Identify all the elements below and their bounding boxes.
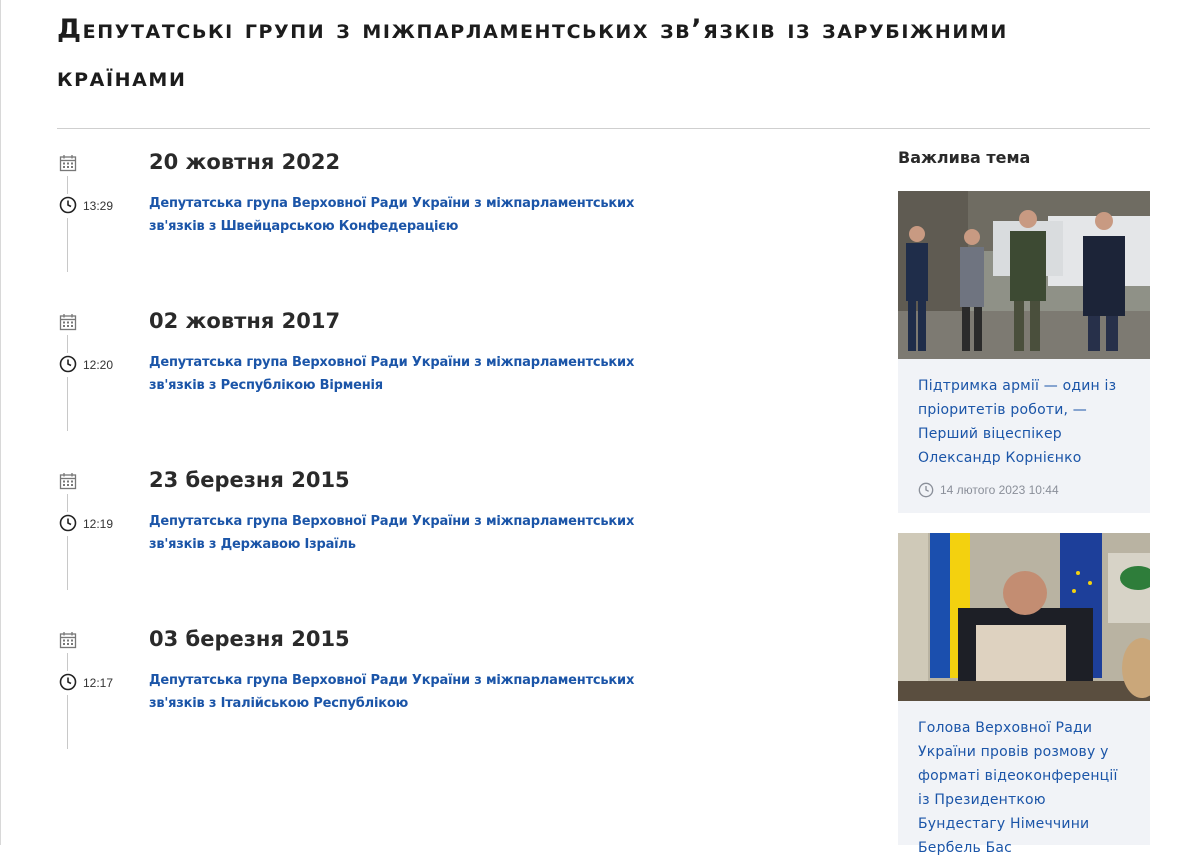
entry-link[interactable]: Депутатська група Верховної Ради України… xyxy=(149,510,689,556)
news-photo[interactable] xyxy=(898,191,1150,359)
entry-time: 12:19 xyxy=(83,517,114,531)
timeline-line xyxy=(67,176,68,194)
entry-link[interactable]: Депутатська група Верховної Ради України… xyxy=(149,669,689,715)
entry-time: 13:29 xyxy=(83,199,114,213)
title-divider xyxy=(57,128,1150,129)
page-title: Депутатські групи з міжпарламентських зв… xyxy=(57,14,1008,93)
clock-icon xyxy=(59,355,77,373)
timeline-entry: 12:19 23 березня 2015 Депутатська група … xyxy=(57,468,837,610)
entry-time: 12:17 xyxy=(83,676,114,690)
entry-date: 02 жовтня 2017 xyxy=(149,309,341,333)
calendar-icon xyxy=(59,632,77,649)
timeline-line xyxy=(67,335,68,353)
entry-link[interactable]: Депутатська група Верховної Ради України… xyxy=(149,192,689,238)
featured-card-title[interactable]: Підтримка армії — один із пріоритетів ро… xyxy=(898,364,1150,470)
clock-icon xyxy=(59,196,77,214)
timeline-line xyxy=(67,653,68,671)
entry-link[interactable]: Депутатська група Верховної Ради України… xyxy=(149,351,689,397)
timeline-line xyxy=(67,218,68,272)
featured-card[interactable]: Голова Верховної Ради України провів роз… xyxy=(898,533,1162,856)
entry-date: 03 березня 2015 xyxy=(149,627,350,651)
timeline-line xyxy=(67,377,68,431)
timeline-entry: 12:17 03 березня 2015 Депутатська група … xyxy=(57,627,837,769)
featured-card[interactable]: Підтримка армії — один із пріоритетів ро… xyxy=(898,191,1150,513)
sidebar-heading: Важлива тема xyxy=(898,148,1031,167)
calendar-icon xyxy=(59,155,77,172)
left-border xyxy=(0,0,1,845)
timeline-line xyxy=(67,695,68,749)
timeline-entry: 13:29 20 жовтня 2022 Депутатська група В… xyxy=(57,150,837,292)
timeline-line xyxy=(67,536,68,590)
clock-icon xyxy=(59,514,77,532)
entry-time: 12:20 xyxy=(83,358,114,372)
clock-icon xyxy=(59,673,77,691)
calendar-icon xyxy=(59,314,77,331)
timeline-line xyxy=(67,494,68,512)
timeline-entry: 12:20 02 жовтня 2017 Депутатська група В… xyxy=(57,309,837,451)
calendar-icon xyxy=(59,473,77,490)
featured-card-title[interactable]: Голова Верховної Ради України провів роз… xyxy=(898,706,1150,860)
featured-card-meta: 14 лютого 2023 10:44 xyxy=(898,470,1150,498)
clock-icon xyxy=(918,482,934,498)
news-photo[interactable] xyxy=(898,533,1162,701)
entry-date: 20 жовтня 2022 xyxy=(149,150,341,174)
entry-date: 23 березня 2015 xyxy=(149,468,350,492)
featured-card-date: 14 лютого 2023 10:44 xyxy=(940,483,1059,497)
